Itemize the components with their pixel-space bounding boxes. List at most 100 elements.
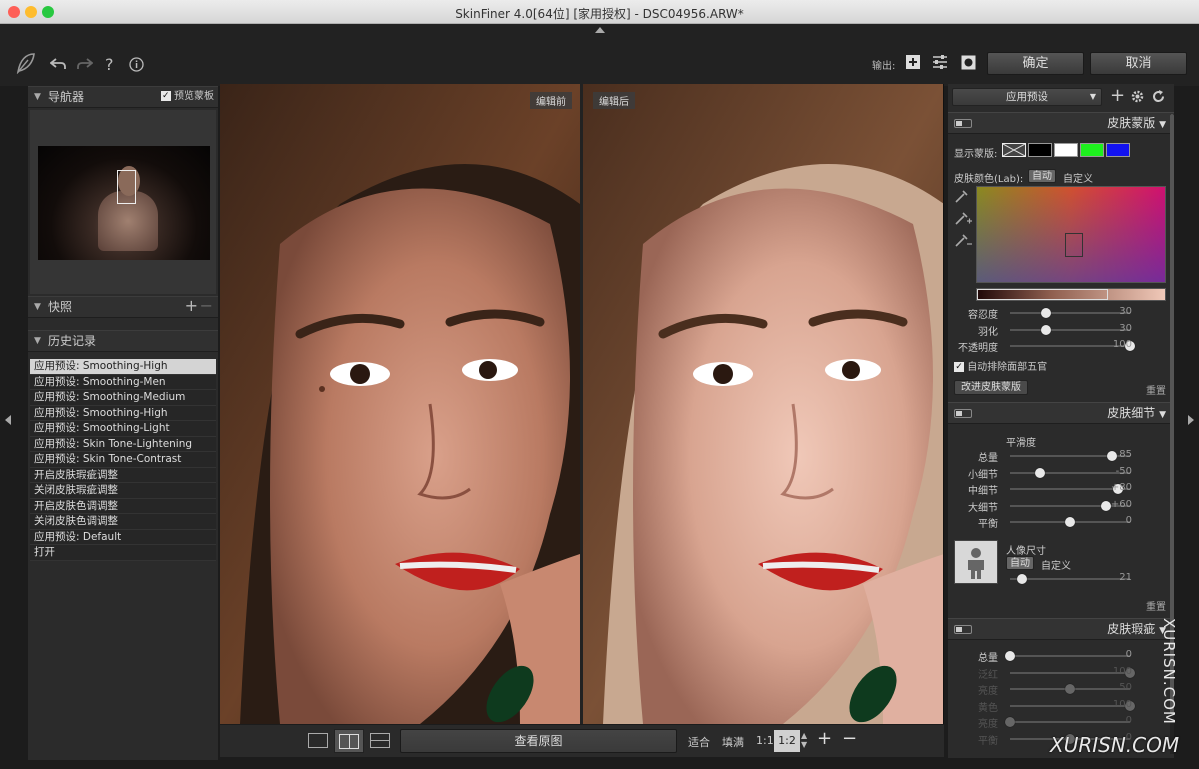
before-image[interactable]: 编辑前 bbox=[220, 84, 580, 724]
redo-icon[interactable] bbox=[77, 56, 94, 76]
mask-mode-blue-swatch[interactable] bbox=[1106, 143, 1130, 157]
skin-luminance-bar[interactable] bbox=[976, 288, 1166, 301]
split-vertical-view-button[interactable] bbox=[334, 729, 364, 753]
history-item[interactable]: 关闭皮肤色调调整 bbox=[30, 514, 216, 530]
remove-snapshot-icon[interactable]: − bbox=[200, 296, 213, 316]
top-collapse-strip[interactable] bbox=[0, 24, 1199, 42]
mask-output-icon[interactable] bbox=[961, 55, 976, 75]
luminance-range-rect[interactable] bbox=[977, 289, 1108, 300]
mask-mode-black-swatch[interactable] bbox=[1028, 143, 1052, 157]
zoom-stepper-icon[interactable]: ▲ ▼ bbox=[801, 731, 807, 749]
confirm-button[interactable]: 确定 bbox=[987, 52, 1084, 75]
cancel-button[interactable]: 取消 bbox=[1090, 52, 1187, 75]
portrait-auto-button[interactable]: 自动 bbox=[1006, 556, 1034, 570]
history-item[interactable]: 应用预设: Skin Tone-Contrast bbox=[30, 452, 216, 468]
slider-knob[interactable] bbox=[1041, 308, 1051, 318]
eyedropper-icon[interactable] bbox=[954, 188, 970, 207]
skin-blemish-slider[interactable]: 总量 0 bbox=[948, 648, 1174, 664]
eyedropper-subtract-icon[interactable] bbox=[954, 232, 972, 251]
slider-knob[interactable] bbox=[1065, 517, 1075, 527]
skin-detail-slider[interactable]: 中细节 +80 bbox=[948, 481, 1174, 497]
skin-mask-slider[interactable]: 不透明度 100 bbox=[948, 338, 1174, 354]
skin-blemish-header[interactable]: 皮肤瑕疵 ▼ bbox=[948, 618, 1174, 640]
mask-mode-green-swatch[interactable] bbox=[1080, 143, 1104, 157]
skin-mask-toggle[interactable] bbox=[954, 119, 972, 128]
skin-detail-slider[interactable]: 小细节 -50 bbox=[948, 465, 1174, 481]
skin-mask-reset-button[interactable]: 重置 bbox=[1146, 382, 1166, 397]
after-image[interactable]: 编辑后 bbox=[583, 84, 943, 724]
history-item[interactable]: 应用预设: Smoothing-Medium bbox=[30, 390, 216, 406]
history-item[interactable]: 开启皮肤瑕疵调整 bbox=[30, 467, 216, 483]
history-item[interactable]: 关闭皮肤瑕疵调整 bbox=[30, 483, 216, 499]
slider-knob[interactable] bbox=[1065, 684, 1075, 694]
fit-button[interactable]: 适合 bbox=[688, 734, 710, 750]
preset-settings-icon[interactable] bbox=[1130, 89, 1145, 107]
history-item[interactable]: 开启皮肤色调调整 bbox=[30, 498, 216, 514]
image-viewer[interactable]: 编辑前 编辑后 bbox=[220, 84, 944, 724]
refresh-preset-icon[interactable] bbox=[1151, 89, 1166, 107]
skin-color-custom-option[interactable]: 自定义 bbox=[1063, 170, 1093, 185]
slider-knob[interactable] bbox=[1005, 717, 1015, 727]
skin-mask-slider[interactable]: 容忍度 30 bbox=[948, 305, 1174, 321]
adjustments-icon[interactable] bbox=[932, 54, 948, 75]
improve-skin-mask-button[interactable]: 改进皮肤蒙版 bbox=[954, 380, 1028, 395]
navigator-viewport-rect[interactable] bbox=[117, 170, 136, 204]
snapshot-header[interactable]: ▼ 快照 + − bbox=[28, 296, 218, 318]
skin-blemish-slider[interactable]: 泛红 100 bbox=[948, 665, 1174, 681]
help-icon[interactable]: ? bbox=[105, 55, 114, 75]
history-item[interactable]: 应用预设: Skin Tone-Lightening bbox=[30, 436, 216, 452]
portrait-size-slider[interactable]: 21 bbox=[948, 571, 1174, 587]
color-selection-rect[interactable] bbox=[1065, 233, 1083, 257]
checkbox-checked-icon[interactable]: ✓ bbox=[954, 362, 964, 372]
preset-dropdown[interactable]: 应用预设 ▼ bbox=[952, 88, 1102, 106]
collapse-left-icon[interactable] bbox=[5, 415, 11, 425]
info-icon[interactable] bbox=[129, 57, 144, 77]
skin-blemish-toggle[interactable] bbox=[954, 625, 972, 634]
history-item[interactable]: 应用预设: Default bbox=[30, 529, 216, 545]
preview-mask-checkbox[interactable]: ✓ 预览蒙板 bbox=[160, 87, 214, 107]
skin-detail-reset-button[interactable]: 重置 bbox=[1146, 598, 1166, 613]
add-output-icon[interactable] bbox=[905, 54, 921, 75]
eyedropper-add-icon[interactable] bbox=[954, 210, 972, 229]
slider-knob[interactable] bbox=[1035, 467, 1045, 478]
skin-color-auto-button[interactable]: 自动 bbox=[1028, 169, 1056, 183]
history-item[interactable]: 应用预设: Smoothing-High bbox=[30, 359, 216, 375]
navigator-header[interactable]: ▼ 导航器 ✓ 预览蒙板 bbox=[28, 86, 218, 108]
history-item[interactable]: 应用预设: Smoothing-Men bbox=[30, 374, 216, 390]
slider-knob[interactable] bbox=[1041, 324, 1051, 335]
checkbox-checked-icon[interactable]: ✓ bbox=[160, 91, 171, 101]
skin-blemish-slider[interactable]: 亮度 50 bbox=[948, 681, 1174, 697]
skin-detail-header[interactable]: 皮肤细节 ▼ bbox=[948, 402, 1174, 424]
history-item[interactable]: 打开 bbox=[30, 545, 216, 561]
split-horizontal-icon[interactable] bbox=[370, 733, 390, 748]
skin-detail-slider[interactable]: 大细节 +60 bbox=[948, 498, 1174, 514]
skin-detail-slider[interactable]: 平衡 0 bbox=[948, 514, 1174, 530]
skin-color-picker[interactable] bbox=[976, 186, 1166, 283]
fill-button[interactable]: 填满 bbox=[722, 734, 744, 750]
history-item[interactable]: 应用预设: Smoothing-High bbox=[30, 405, 216, 421]
zoom-in-button[interactable]: + bbox=[817, 728, 832, 749]
mask-mode-white-swatch[interactable] bbox=[1054, 143, 1078, 157]
history-header[interactable]: ▼ 历史记录 bbox=[28, 330, 218, 352]
navigator-thumbnail[interactable] bbox=[38, 146, 210, 260]
collapse-up-icon[interactable] bbox=[595, 27, 605, 33]
portrait-custom-option[interactable]: 自定义 bbox=[1041, 557, 1071, 572]
history-item[interactable]: 应用预设: Smoothing-Light bbox=[30, 421, 216, 437]
zoom-level-field[interactable]: 1:2 bbox=[774, 730, 800, 752]
auto-exclude-checkbox[interactable]: ✓ 自动排除面部五官 bbox=[954, 358, 1047, 373]
single-view-icon[interactable] bbox=[308, 733, 328, 748]
add-snapshot-icon[interactable]: + bbox=[185, 296, 198, 316]
zoom-1-1-button[interactable]: 1:1 bbox=[756, 734, 774, 747]
skin-blemish-slider[interactable]: 黄色 100 bbox=[948, 698, 1174, 714]
slider-knob[interactable] bbox=[1005, 651, 1015, 661]
skin-detail-slider[interactable]: 总量 85 bbox=[948, 448, 1174, 464]
skin-mask-slider[interactable]: 羽化 30 bbox=[948, 322, 1174, 338]
slider-knob[interactable] bbox=[1017, 574, 1027, 584]
undo-icon[interactable] bbox=[49, 56, 66, 76]
view-original-button[interactable]: 查看原图 bbox=[400, 729, 677, 753]
zoom-out-button[interactable]: − bbox=[842, 728, 857, 749]
skin-detail-toggle[interactable] bbox=[954, 409, 972, 418]
skin-mask-header[interactable]: 皮肤蒙版 ▼ bbox=[948, 112, 1174, 134]
mask-mode-none-swatch[interactable] bbox=[1002, 143, 1026, 157]
collapse-right-icon[interactable] bbox=[1188, 415, 1194, 425]
